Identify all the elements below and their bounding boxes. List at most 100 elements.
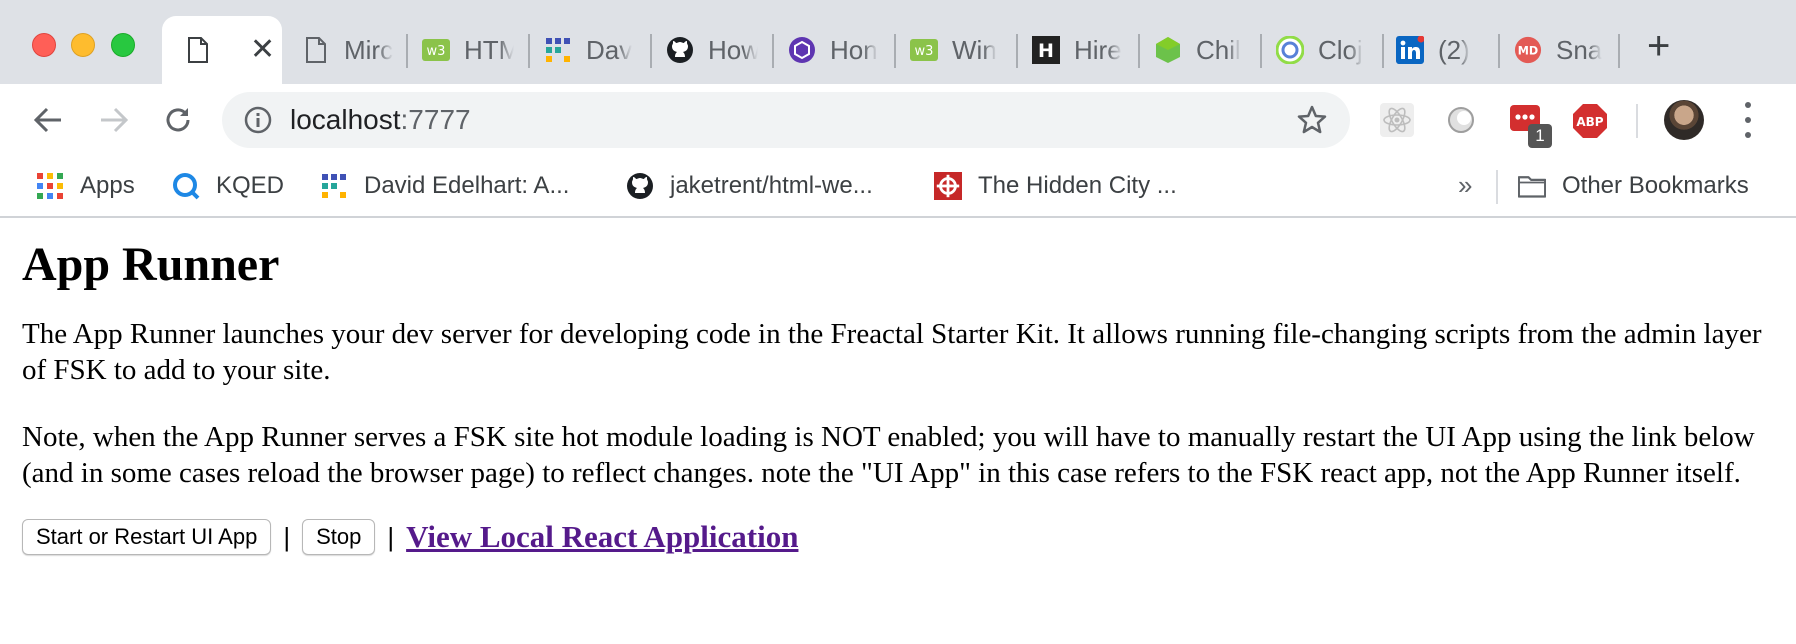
document-icon <box>184 36 212 64</box>
bookmark-label: KQED <box>216 172 285 199</box>
github-icon <box>626 172 654 200</box>
close-window-button[interactable] <box>32 33 56 57</box>
svg-text:w3: w3 <box>915 44 934 59</box>
url-port: :7777 <box>400 104 471 135</box>
extension-badge: 1 <box>1528 124 1552 148</box>
reload-button[interactable] <box>158 100 198 140</box>
bookmark-kqed[interactable]: KQED <box>172 168 284 204</box>
grid-icon <box>544 36 572 64</box>
tab-linkedin[interactable]: (2) <box>1396 28 1488 72</box>
bookmark-david-edelhart[interactable]: David Edelhart: A... <box>320 168 569 204</box>
hex-icon <box>788 36 816 64</box>
tab-win[interactable]: w3 Win <box>910 28 1002 72</box>
apps-grid-icon <box>36 172 64 200</box>
tab-divider <box>1498 34 1500 68</box>
tab-chil[interactable]: Chil <box>1154 28 1246 72</box>
tab-active[interactable]: ✕ <box>162 16 282 84</box>
info-icon[interactable] <box>244 106 272 134</box>
adblock-plus-icon[interactable]: ABP <box>1572 103 1608 139</box>
tab-title: HTM <box>464 34 514 65</box>
folder-icon <box>1518 172 1546 200</box>
document-icon <box>302 36 330 64</box>
svg-text:w3: w3 <box>427 44 446 59</box>
tab-divider <box>406 34 408 68</box>
bookmarks-bar: Apps KQED David Edelhart: A... jaketrent… <box>0 156 1796 218</box>
svg-text:MD: MD <box>1518 45 1538 58</box>
node-icon <box>1154 36 1182 64</box>
menu-kebab-icon[interactable] <box>1740 102 1756 138</box>
bookmark-star-icon[interactable] <box>1296 104 1328 136</box>
bookmark-label: Other Bookmarks <box>1562 172 1749 199</box>
tab-title: Mirc <box>344 34 394 65</box>
url-host: localhost <box>290 104 401 135</box>
action-row: Start or Restart UI App | Stop | View Lo… <box>22 519 1782 555</box>
bookmark-label: Apps <box>80 172 135 199</box>
separator: | <box>387 521 395 552</box>
grid-icon <box>320 172 348 200</box>
address-bar[interactable]: localhost:7777 <box>222 92 1350 148</box>
tab-mirc[interactable]: Mirc <box>302 28 394 72</box>
bookmark-jaketrent[interactable]: jaketrent/html-we... <box>626 168 873 204</box>
tab-hire[interactable]: H Hire <box>1032 28 1124 72</box>
w3c-icon: w3 <box>422 36 450 64</box>
hidden-city-icon <box>934 172 962 200</box>
tab-hon[interactable]: Hon <box>788 28 880 72</box>
github-icon <box>666 36 694 64</box>
tab-title: Dav <box>586 34 633 65</box>
new-tab-button[interactable]: + <box>1647 26 1670 66</box>
circle-extension-icon[interactable] <box>1444 103 1478 137</box>
browser-toolbar: localhost:7777 1 ABP <box>0 84 1796 156</box>
tab-title: Chil <box>1196 34 1241 65</box>
tab-title: (2) <box>1438 34 1470 65</box>
tab-sna[interactable]: MD Sna <box>1514 28 1606 72</box>
intro-paragraph: The App Runner launches your dev server … <box>22 318 1762 386</box>
tab-divider <box>772 34 774 68</box>
tab-title: Hire <box>1074 34 1122 65</box>
bookmark-label: David Edelhart: A... <box>364 172 570 199</box>
kqed-icon <box>172 172 200 200</box>
tab-dav[interactable]: Dav <box>544 28 636 72</box>
tab-divider <box>528 34 530 68</box>
tab-divider <box>894 34 896 68</box>
tab-title: Cloj <box>1318 34 1363 65</box>
w3c-icon: w3 <box>910 36 938 64</box>
tab-title: Sna <box>1556 34 1603 65</box>
bookmark-label: The Hidden City ... <box>978 172 1177 199</box>
view-local-react-app-link[interactable]: View Local React Application <box>406 519 798 555</box>
back-button[interactable] <box>28 100 68 140</box>
minimize-window-button[interactable] <box>71 33 95 57</box>
separator: | <box>283 521 291 552</box>
forward-button[interactable] <box>94 100 134 140</box>
svg-text:H: H <box>1038 40 1054 62</box>
start-restart-button[interactable]: Start or Restart UI App <box>22 519 272 555</box>
bookmark-apps[interactable]: Apps <box>36 168 135 204</box>
bookmarks-divider <box>1496 170 1498 204</box>
tab-title: Hon <box>830 34 878 65</box>
tab-how[interactable]: How <box>666 28 758 72</box>
bookmarks-overflow-button[interactable]: » <box>1458 170 1472 201</box>
stop-button[interactable]: Stop <box>302 519 376 555</box>
tab-title: Win <box>952 34 997 65</box>
react-devtools-icon[interactable] <box>1380 103 1414 137</box>
page-content: App Runner The App Runner launches your … <box>22 218 1782 555</box>
tab-divider <box>1016 34 1018 68</box>
close-icon[interactable]: ✕ <box>250 35 275 65</box>
other-bookmarks-folder[interactable]: Other Bookmarks <box>1518 168 1749 204</box>
bookmark-hidden-city[interactable]: The Hidden City ... <box>934 168 1177 204</box>
tab-divider <box>1138 34 1140 68</box>
toolbar-divider <box>1636 104 1638 138</box>
tab-htm[interactable]: w3 HTM <box>422 28 514 72</box>
note-paragraph: Note, when the App Runner serves a FSK s… <box>22 421 1755 489</box>
abp-label: ABP <box>1576 115 1603 129</box>
profile-avatar[interactable] <box>1664 100 1704 140</box>
linkedin-icon <box>1396 36 1424 64</box>
tab-divider <box>650 34 652 68</box>
clojure-icon <box>1276 36 1304 64</box>
url-text: localhost:7777 <box>290 104 471 136</box>
tab-title: How <box>708 34 758 65</box>
tab-strip: ✕ Mirc w3 HTM Dav How Hon w3 Win H Hire … <box>0 0 1796 84</box>
tab-divider <box>1260 34 1262 68</box>
zoom-window-button[interactable] <box>111 33 135 57</box>
tab-cloj[interactable]: Cloj <box>1276 28 1368 72</box>
tab-divider <box>1618 34 1620 68</box>
